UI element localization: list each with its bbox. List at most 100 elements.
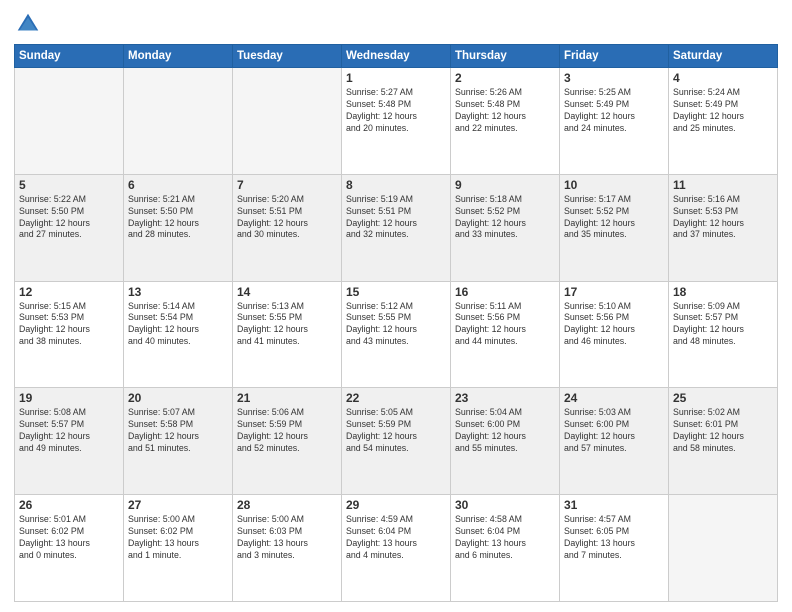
cell-daylight-info: Sunrise: 5:19 AMSunset: 5:51 PMDaylight:…: [346, 194, 446, 242]
day-number: 5: [19, 178, 119, 192]
calendar-cell: 11Sunrise: 5:16 AMSunset: 5:53 PMDayligh…: [669, 174, 778, 281]
calendar-cell: 17Sunrise: 5:10 AMSunset: 5:56 PMDayligh…: [560, 281, 669, 388]
cell-daylight-info: Sunrise: 5:07 AMSunset: 5:58 PMDaylight:…: [128, 407, 228, 455]
calendar-week-5: 26 Sunrise: 5:01 AMSunset: 6:02 PMDayligh…: [15, 495, 778, 602]
day-number: 22: [346, 391, 446, 405]
calendar-cell: 8 Sunrise: 5:19 AMSunset: 5:51 PMDaylight…: [342, 174, 451, 281]
cell-daylight-info: Sunrise: 5:03 AMSunset: 6:00 PMDaylight:…: [564, 407, 664, 455]
logo-icon: [14, 10, 42, 38]
cell-daylight-info: Sunrise: 5:01 AMSunset: 6:02 PMDaylight:…: [19, 514, 119, 562]
cell-daylight-info: Sunrise: 5:00 AMSunset: 6:03 PMDaylight:…: [237, 514, 337, 562]
weekday-header-monday: Monday: [124, 45, 233, 68]
day-number: 9: [455, 178, 555, 192]
day-number: 18: [673, 285, 773, 299]
cell-daylight-info: Sunrise: 5:12 AMSunset: 5:55 PMDaylight:…: [346, 301, 446, 349]
day-number: 23: [455, 391, 555, 405]
day-number: 29: [346, 498, 446, 512]
calendar-cell: 16 Sunrise: 5:11 AMSunset: 5:56 PMDayligh…: [451, 281, 560, 388]
calendar-cell: [15, 68, 124, 175]
cell-daylight-info: Sunrise: 5:15 AMSunset: 5:53 PMDaylight:…: [19, 301, 119, 349]
cell-daylight-info: Sunrise: 5:02 AMSunset: 6:01 PMDaylight:…: [673, 407, 773, 455]
weekday-header-row: SundayMondayTuesdayWednesdayThursdayFrid…: [15, 45, 778, 68]
day-number: 28: [237, 498, 337, 512]
cell-daylight-info: Sunrise: 5:00 AMSunset: 6:02 PMDaylight:…: [128, 514, 228, 562]
cell-daylight-info: Sunrise: 5:10 AMSunset: 5:56 PMDaylight:…: [564, 301, 664, 349]
cell-daylight-info: Sunrise: 5:22 AMSunset: 5:50 PMDaylight:…: [19, 194, 119, 242]
cell-daylight-info: Sunrise: 5:09 AMSunset: 5:57 PMDaylight:…: [673, 301, 773, 349]
day-number: 2: [455, 71, 555, 85]
cell-daylight-info: Sunrise: 5:05 AMSunset: 5:59 PMDaylight:…: [346, 407, 446, 455]
day-number: 4: [673, 71, 773, 85]
header: [14, 10, 778, 38]
day-number: 15: [346, 285, 446, 299]
cell-daylight-info: Sunrise: 5:20 AMSunset: 5:51 PMDaylight:…: [237, 194, 337, 242]
calendar-cell: 27 Sunrise: 5:00 AMSunset: 6:02 PMDayligh…: [124, 495, 233, 602]
calendar-cell: 4 Sunrise: 5:24 AMSunset: 5:49 PMDaylight…: [669, 68, 778, 175]
cell-daylight-info: Sunrise: 4:58 AMSunset: 6:04 PMDaylight:…: [455, 514, 555, 562]
calendar-cell: [124, 68, 233, 175]
calendar-cell: 24Sunrise: 5:03 AMSunset: 6:00 PMDayligh…: [560, 388, 669, 495]
day-number: 13: [128, 285, 228, 299]
cell-daylight-info: Sunrise: 5:18 AMSunset: 5:52 PMDaylight:…: [455, 194, 555, 242]
calendar-cell: 26 Sunrise: 5:01 AMSunset: 6:02 PMDayligh…: [15, 495, 124, 602]
weekday-header-thursday: Thursday: [451, 45, 560, 68]
calendar-cell: 30Sunrise: 4:58 AMSunset: 6:04 PMDayligh…: [451, 495, 560, 602]
cell-daylight-info: Sunrise: 4:59 AMSunset: 6:04 PMDaylight:…: [346, 514, 446, 562]
calendar-cell: 19 Sunrise: 5:08 AMSunset: 5:57 PMDayligh…: [15, 388, 124, 495]
calendar-cell: 6 Sunrise: 5:21 AMSunset: 5:50 PMDaylight…: [124, 174, 233, 281]
calendar-cell: 18 Sunrise: 5:09 AMSunset: 5:57 PMDayligh…: [669, 281, 778, 388]
weekday-header-wednesday: Wednesday: [342, 45, 451, 68]
day-number: 6: [128, 178, 228, 192]
page: SundayMondayTuesdayWednesdayThursdayFrid…: [0, 0, 792, 612]
day-number: 11: [673, 178, 773, 192]
calendar-cell: 5 Sunrise: 5:22 AMSunset: 5:50 PMDaylight…: [15, 174, 124, 281]
calendar-week-2: 5 Sunrise: 5:22 AMSunset: 5:50 PMDaylight…: [15, 174, 778, 281]
weekday-header-sunday: Sunday: [15, 45, 124, 68]
logo: [14, 10, 46, 38]
cell-daylight-info: Sunrise: 5:24 AMSunset: 5:49 PMDaylight:…: [673, 87, 773, 135]
calendar-cell: 14 Sunrise: 5:13 AMSunset: 5:55 PMDayligh…: [233, 281, 342, 388]
cell-daylight-info: Sunrise: 5:17 AMSunset: 5:52 PMDaylight:…: [564, 194, 664, 242]
calendar-cell: 9 Sunrise: 5:18 AMSunset: 5:52 PMDaylight…: [451, 174, 560, 281]
weekday-header-saturday: Saturday: [669, 45, 778, 68]
day-number: 19: [19, 391, 119, 405]
calendar-cell: 21Sunrise: 5:06 AMSunset: 5:59 PMDayligh…: [233, 388, 342, 495]
day-number: 31: [564, 498, 664, 512]
day-number: 14: [237, 285, 337, 299]
cell-daylight-info: Sunrise: 5:25 AMSunset: 5:49 PMDaylight:…: [564, 87, 664, 135]
cell-daylight-info: Sunrise: 5:04 AMSunset: 6:00 PMDaylight:…: [455, 407, 555, 455]
cell-daylight-info: Sunrise: 5:13 AMSunset: 5:55 PMDaylight:…: [237, 301, 337, 349]
calendar-cell: [669, 495, 778, 602]
calendar-cell: 7 Sunrise: 5:20 AMSunset: 5:51 PMDaylight…: [233, 174, 342, 281]
weekday-header-friday: Friday: [560, 45, 669, 68]
day-number: 26: [19, 498, 119, 512]
calendar-cell: 13 Sunrise: 5:14 AMSunset: 5:54 PMDayligh…: [124, 281, 233, 388]
day-number: 16: [455, 285, 555, 299]
cell-daylight-info: Sunrise: 5:08 AMSunset: 5:57 PMDaylight:…: [19, 407, 119, 455]
cell-daylight-info: Sunrise: 5:11 AMSunset: 5:56 PMDaylight:…: [455, 301, 555, 349]
calendar-cell: 15 Sunrise: 5:12 AMSunset: 5:55 PMDayligh…: [342, 281, 451, 388]
day-number: 7: [237, 178, 337, 192]
cell-daylight-info: Sunrise: 5:27 AMSunset: 5:48 PMDaylight:…: [346, 87, 446, 135]
calendar-cell: [233, 68, 342, 175]
calendar-week-4: 19 Sunrise: 5:08 AMSunset: 5:57 PMDayligh…: [15, 388, 778, 495]
calendar-cell: 10Sunrise: 5:17 AMSunset: 5:52 PMDayligh…: [560, 174, 669, 281]
calendar-cell: 25Sunrise: 5:02 AMSunset: 6:01 PMDayligh…: [669, 388, 778, 495]
cell-daylight-info: Sunrise: 4:57 AMSunset: 6:05 PMDaylight:…: [564, 514, 664, 562]
day-number: 8: [346, 178, 446, 192]
calendar-week-3: 12Sunrise: 5:15 AMSunset: 5:53 PMDayligh…: [15, 281, 778, 388]
calendar-cell: 2Sunrise: 5:26 AMSunset: 5:48 PMDaylight…: [451, 68, 560, 175]
cell-daylight-info: Sunrise: 5:21 AMSunset: 5:50 PMDaylight:…: [128, 194, 228, 242]
day-number: 1: [346, 71, 446, 85]
calendar-table: SundayMondayTuesdayWednesdayThursdayFrid…: [14, 44, 778, 602]
calendar-week-1: 1 Sunrise: 5:27 AMSunset: 5:48 PMDaylight…: [15, 68, 778, 175]
day-number: 3: [564, 71, 664, 85]
calendar-cell: 23 Sunrise: 5:04 AMSunset: 6:00 PMDayligh…: [451, 388, 560, 495]
calendar-cell: 20 Sunrise: 5:07 AMSunset: 5:58 PMDayligh…: [124, 388, 233, 495]
calendar-cell: 3 Sunrise: 5:25 AMSunset: 5:49 PMDaylight…: [560, 68, 669, 175]
calendar-cell: 29 Sunrise: 4:59 AMSunset: 6:04 PMDayligh…: [342, 495, 451, 602]
day-number: 27: [128, 498, 228, 512]
calendar-cell: 12Sunrise: 5:15 AMSunset: 5:53 PMDayligh…: [15, 281, 124, 388]
day-number: 20: [128, 391, 228, 405]
cell-daylight-info: Sunrise: 5:14 AMSunset: 5:54 PMDaylight:…: [128, 301, 228, 349]
